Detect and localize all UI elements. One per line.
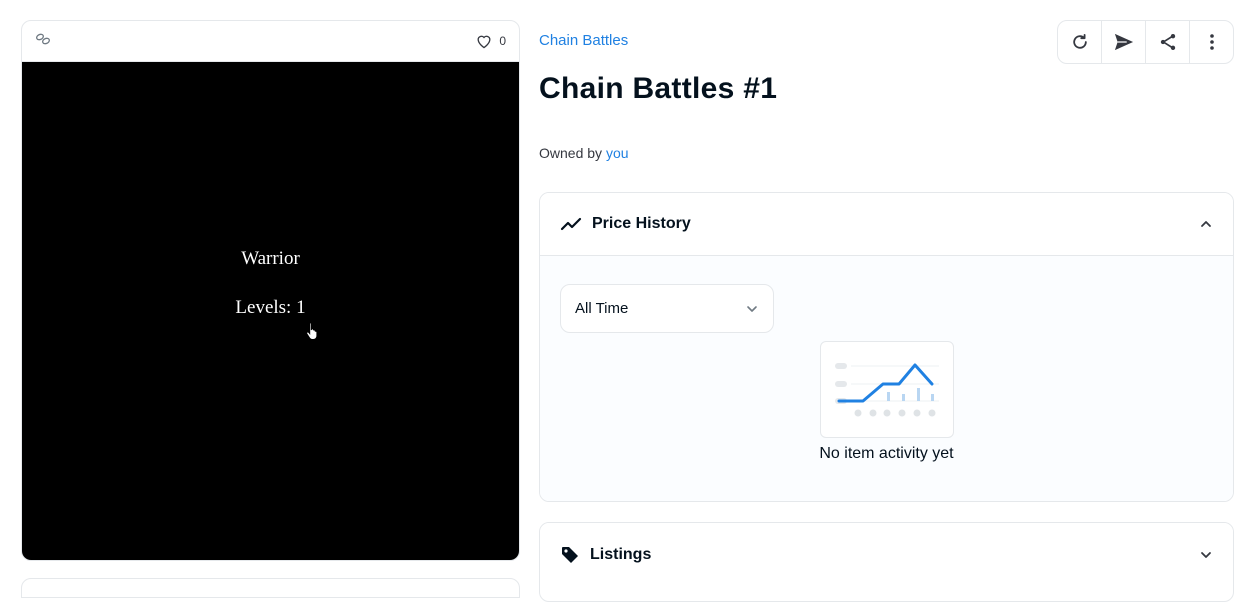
listings-header[interactable]: Listings <box>540 523 1233 586</box>
trending-icon <box>560 217 582 231</box>
nft-name-text: Warrior <box>241 248 300 269</box>
owned-by-label: Owned by <box>539 145 603 161</box>
chain-icon <box>35 31 51 52</box>
nft-image[interactable]: Warrior Levels: 1 <box>22 62 519 560</box>
transfer-button[interactable] <box>1102 21 1146 63</box>
refresh-button[interactable] <box>1058 21 1102 63</box>
collection-link[interactable]: Chain Battles <box>539 32 628 49</box>
nft-media-card: 0 Warrior Levels: 1 <box>21 20 520 561</box>
nft-level-text: Levels: 1 <box>235 297 306 318</box>
tag-icon <box>562 546 578 563</box>
empty-chart-illustration <box>820 341 954 438</box>
share-button[interactable] <box>1146 21 1190 63</box>
transfer-icon <box>1114 33 1133 51</box>
favorite-button[interactable]: 0 <box>475 33 506 49</box>
item-title: Chain Battles #1 <box>539 72 778 105</box>
price-history-body: All Time No item activity yet <box>540 256 1233 501</box>
share-icon <box>1160 34 1175 50</box>
more-options-button[interactable] <box>1190 21 1233 63</box>
media-header: 0 <box>22 21 519 62</box>
refresh-icon <box>1072 34 1087 49</box>
hand-cursor-icon <box>306 322 318 340</box>
more-icon <box>1209 34 1214 50</box>
favorite-count: 0 <box>499 34 506 48</box>
listings-title: Listings <box>590 545 652 563</box>
owner-line: Owned by you <box>539 145 629 161</box>
chevron-down-icon <box>747 305 757 312</box>
chevron-down-icon[interactable] <box>1199 550 1213 560</box>
price-history-title: Price History <box>592 215 691 232</box>
empty-state-text: No item activity yet <box>819 445 954 462</box>
item-toolbar <box>1057 20 1234 64</box>
price-history-header[interactable]: Price History <box>540 193 1233 256</box>
time-range-value: All Time <box>575 300 629 317</box>
listings-panel: Listings <box>539 522 1234 602</box>
price-history-panel: Price History All Time No item activity … <box>539 192 1234 502</box>
owner-link[interactable]: you <box>606 145 629 161</box>
chevron-up-icon[interactable] <box>1199 219 1213 229</box>
next-card-edge <box>21 578 520 598</box>
time-range-select[interactable]: All Time <box>560 284 774 333</box>
heart-icon <box>477 35 491 49</box>
